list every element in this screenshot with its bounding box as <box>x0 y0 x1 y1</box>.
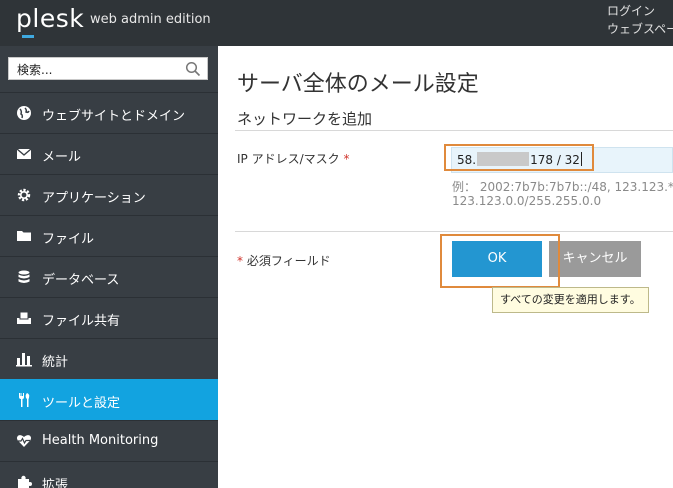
sidebar-item-mail[interactable]: メール <box>0 133 218 174</box>
sidebar-item-health-monitoring[interactable]: Health Monitoring <box>0 420 218 461</box>
sidebar: 検索... ウェブサイトとドメイン メール アプリケーション ファイル データベ… <box>0 46 218 488</box>
sidebar-item-label: ファイル <box>42 232 95 247</box>
tools-icon <box>19 393 30 407</box>
folder-icon <box>17 231 31 241</box>
section-divider <box>235 130 673 131</box>
sidebar-item-websites[interactable]: ウェブサイトとドメイン <box>0 92 218 133</box>
bar-chart-icon <box>16 353 32 367</box>
required-asterisk: * <box>343 152 350 166</box>
gear-icon <box>17 188 31 202</box>
login-link[interactable]: ログイン <box>593 2 673 20</box>
required-fields-text: 必須フィールド <box>246 254 331 268</box>
ip-hint-line2: 123.123.0.0/255.255.0.0 <box>452 194 602 208</box>
sidebar-item-extensions[interactable]: 拡張 <box>0 461 218 488</box>
database-icon <box>18 270 30 283</box>
logo-accent <box>22 35 34 38</box>
ip-address-label-text: IP アドレス/マスク <box>237 152 340 166</box>
required-asterisk: * <box>237 254 243 268</box>
required-fields-note: * 必須フィールド <box>237 252 331 269</box>
sidebar-nav: ウェブサイトとドメイン メール アプリケーション ファイル データベース ファイ… <box>0 92 218 488</box>
sidebar-item-label: ファイル共有 <box>42 314 121 329</box>
mail-icon <box>16 148 32 159</box>
sidebar-item-tools-settings[interactable]: ツールと設定 <box>0 379 218 420</box>
sidebar-item-label: データベース <box>42 273 120 288</box>
top-bar: plesk web admin edition ログイン ウェブスペー <box>0 0 673 46</box>
section-title: ネットワークを追加 <box>237 110 373 128</box>
file-share-icon <box>17 311 31 324</box>
edition-label: web admin edition <box>90 12 211 27</box>
ok-tooltip: すべての変更を適用します。 <box>492 287 649 313</box>
sidebar-item-label: Health Monitoring <box>42 433 159 448</box>
main-content: サーバ全体のメール設定 ネットワークを追加 IP アドレス/マスク * 58. 1… <box>218 46 673 488</box>
sidebar-item-label: 拡張 <box>42 478 69 488</box>
search-input[interactable]: 検索... <box>8 57 208 80</box>
sidebar-item-label: ウェブサイトとドメイン <box>42 109 186 124</box>
search-icon[interactable] <box>185 61 201 77</box>
puzzle-icon <box>18 475 32 488</box>
sidebar-item-applications[interactable]: アプリケーション <box>0 174 218 215</box>
heart-monitor-icon <box>16 435 32 447</box>
sidebar-item-files[interactable]: ファイル <box>0 215 218 256</box>
sidebar-item-databases[interactable]: データベース <box>0 256 218 297</box>
webspace-link[interactable]: ウェブスペー <box>593 20 673 38</box>
form-divider <box>235 231 673 232</box>
ip-address-label: IP アドレス/マスク * <box>237 150 349 167</box>
ip-input-highlight <box>444 144 594 171</box>
cancel-button[interactable]: キャンセル <box>549 241 641 277</box>
ip-hint-line1: 例： 2002:7b7b:7b7b::/48, 123.123.* <box>452 180 673 194</box>
sidebar-item-label: 統計 <box>42 355 69 370</box>
top-right-info: ログイン ウェブスペー <box>593 2 673 38</box>
search-placeholder: 検索... <box>17 63 53 77</box>
page-title: サーバ全体のメール設定 <box>237 72 479 97</box>
globe-icon <box>17 106 31 120</box>
sidebar-item-label: メール <box>42 150 82 165</box>
sidebar-item-label: アプリケーション <box>42 191 146 206</box>
sidebar-item-label: ツールと設定 <box>42 396 121 411</box>
plesk-logo[interactable]: plesk <box>16 4 84 33</box>
sidebar-item-file-sharing[interactable]: ファイル共有 <box>0 297 218 338</box>
ok-button-highlight <box>440 234 560 288</box>
sidebar-item-statistics[interactable]: 統計 <box>0 338 218 379</box>
